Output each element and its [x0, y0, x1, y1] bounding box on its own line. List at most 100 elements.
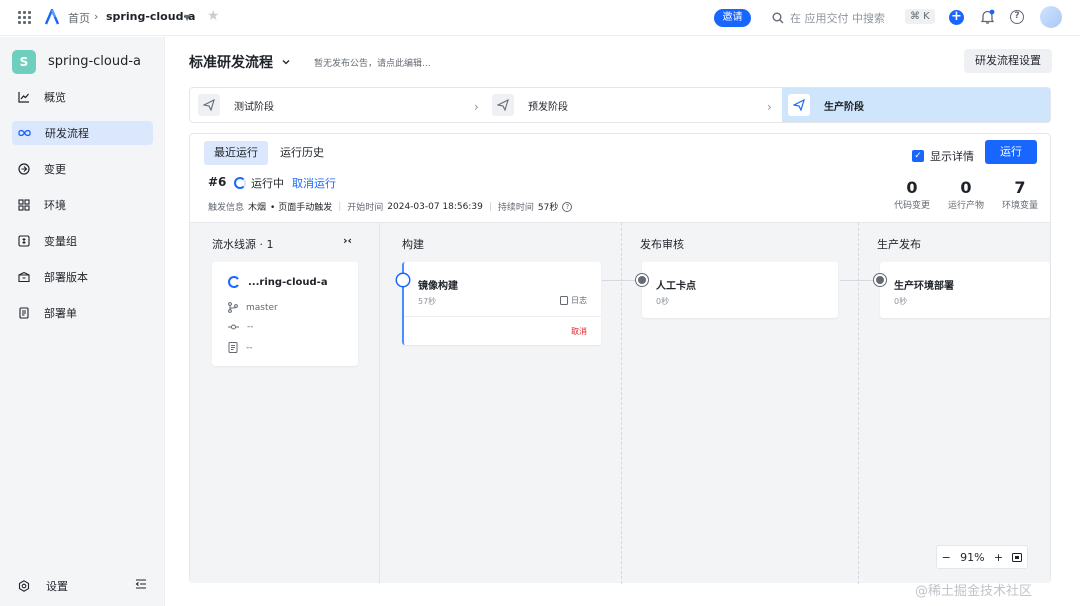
invite-button[interactable]: 邀请: [714, 9, 751, 27]
job-cancel-button[interactable]: 取消: [571, 326, 587, 337]
job-card-manual-gate[interactable]: 人工卡点 0秒: [642, 262, 838, 318]
column-title-build: 构建: [402, 238, 424, 251]
stat-code-changes[interactable]: 0 代码变更: [890, 178, 934, 211]
stat-artifacts[interactable]: 0 运行产物: [944, 178, 988, 211]
sidebar-item-deploy-versions[interactable]: 部署版本: [12, 265, 153, 289]
search-input[interactable]: 在 应用交付 中搜索: [772, 10, 885, 26]
flow-settings-button[interactable]: 研发流程设置: [964, 49, 1052, 73]
breadcrumb-project[interactable]: spring-cloud-a: [106, 10, 195, 23]
stage-production[interactable]: 生产阶段: [782, 88, 1050, 122]
duration-label: 持续时间: [497, 203, 534, 213]
gear-icon: [18, 580, 30, 592]
run-status-text: 运行中: [251, 177, 284, 190]
stat-label: 代码变更: [893, 201, 930, 211]
stat-label: 环境变量: [1001, 201, 1038, 211]
message-icon: [228, 342, 238, 353]
chevron-down-icon: [282, 60, 290, 65]
running-status-icon: [397, 274, 409, 286]
job-name: 生产环境部署: [894, 281, 954, 292]
create-button[interactable]: +: [949, 10, 964, 25]
zoom-in-button[interactable]: +: [994, 551, 1003, 564]
avatar[interactable]: [1040, 6, 1062, 28]
project-name[interactable]: spring-cloud-a: [48, 54, 141, 69]
tab-run-history[interactable]: 运行历史: [270, 141, 334, 165]
job-log-label: 日志: [571, 296, 587, 305]
stage-label: 预发阶段: [528, 101, 568, 113]
show-detail-toggle[interactable]: ✓ 显示详情: [912, 148, 974, 164]
run-button[interactable]: 运行: [985, 140, 1037, 164]
sidebar: S spring-cloud-a 概览 研发流程 变更 环境 变量组 部署版本 …: [0, 37, 165, 606]
star-icon[interactable]: ★: [207, 8, 220, 24]
stat-value: 7: [1014, 178, 1026, 197]
chart-icon: [18, 92, 29, 103]
stage-label: 生产阶段: [824, 101, 864, 113]
sidebar-item-settings[interactable]: 设置: [18, 578, 68, 594]
fit-view-icon[interactable]: [1012, 552, 1023, 562]
checkbox-checked-icon[interactable]: ✓: [912, 150, 924, 162]
sidebar-item-label: 变更: [44, 163, 66, 176]
help-icon[interactable]: ?: [1010, 10, 1024, 24]
trigger-label: 触发信息: [208, 203, 245, 213]
send-icon: [788, 94, 810, 116]
divider: [404, 316, 601, 317]
sidebar-item-label: 研发流程: [45, 127, 89, 140]
commit-id: --: [247, 322, 254, 332]
sidebar-item-changes[interactable]: 变更: [12, 157, 153, 181]
sidebar-item-label: 变量组: [44, 235, 77, 248]
source-column-title: 流水线源 · 1: [212, 238, 274, 251]
project-dropdown-icon[interactable]: ▼: [184, 13, 190, 22]
start-time: 2024-03-07 18:56:39: [387, 201, 483, 212]
branch-icon: [228, 302, 238, 313]
page-title[interactable]: 标准研发流程: [189, 52, 291, 72]
source-card[interactable]: ...ring-cloud-a master -- --: [212, 262, 358, 366]
job-card-image-build[interactable]: 镜像构建 57秒 日志 取消: [402, 262, 601, 345]
job-name: 人工卡点: [656, 281, 696, 292]
clock-status-icon: [874, 274, 886, 286]
divider: [379, 223, 380, 584]
stat-env-vars[interactable]: 7 环境变量: [998, 178, 1042, 211]
job-log-link[interactable]: 日志: [560, 295, 587, 306]
sidebar-item-label: 环境: [44, 199, 66, 212]
start-time-label: 开始时间: [347, 203, 384, 213]
duration: 57秒: [537, 203, 559, 213]
stage-staging[interactable]: 预发阶段: [492, 88, 772, 122]
search-icon: [772, 12, 784, 24]
breadcrumb-home[interactable]: 首页: [68, 10, 90, 26]
sidebar-item-overview[interactable]: 概览: [12, 85, 153, 109]
zoom-out-button[interactable]: −: [942, 551, 951, 564]
sidebar-item-variable-groups[interactable]: 变量组: [12, 229, 153, 253]
sidebar-item-deploy-orders[interactable]: 部署单: [12, 301, 153, 325]
box-icon: [18, 271, 30, 283]
column-title-review: 发布审核: [640, 238, 684, 251]
bell-icon[interactable]: [980, 9, 995, 25]
info-icon[interactable]: ?: [562, 201, 573, 212]
tab-recent-run[interactable]: 最近运行: [204, 141, 268, 165]
sidebar-item-dev-flow[interactable]: 研发流程: [12, 121, 153, 145]
page-title-text: 标准研发流程: [189, 55, 273, 71]
cancel-run-link[interactable]: 取消运行: [292, 175, 336, 191]
collapse-icon[interactable]: ›‹: [343, 234, 352, 247]
run-number: #6: [208, 175, 227, 189]
job-card-prod-deploy[interactable]: 生产环境部署 0秒: [880, 262, 1050, 318]
show-detail-label: 显示详情: [930, 150, 974, 163]
log-icon: [560, 296, 568, 305]
branch-name: master: [246, 302, 278, 313]
sidebar-item-label: 概览: [44, 91, 66, 104]
job-duration: 0秒: [894, 297, 908, 306]
collapse-sidebar-icon[interactable]: [135, 578, 147, 590]
watermark: @稀土掘金技术社区: [915, 584, 1033, 599]
project-badge: S: [12, 50, 36, 74]
top-bar: 首页 › spring-cloud-a ▼ ★ 邀请 在 应用交付 中搜索 ⌘ …: [0, 0, 1080, 36]
pipeline-canvas[interactable]: 流水线源 · 1 ›‹ 构建 发布审核 生产发布 ...ring-cloud-a…: [190, 222, 1050, 584]
divider: [858, 223, 859, 584]
source-repo: ...ring-cloud-a: [228, 276, 328, 288]
logo-icon[interactable]: [44, 9, 60, 25]
send-icon: [198, 94, 220, 116]
commit-message: --: [246, 342, 253, 353]
sidebar-item-environments[interactable]: 环境: [12, 193, 153, 217]
trigger-type: • 页面手动触发: [270, 203, 333, 213]
stage-test[interactable]: 测试阶段: [198, 88, 488, 122]
source-message: --: [228, 342, 253, 353]
apps-grid-icon[interactable]: [18, 11, 31, 24]
announcement-placeholder[interactable]: 暂无发布公告，请点此编辑...: [314, 56, 431, 69]
